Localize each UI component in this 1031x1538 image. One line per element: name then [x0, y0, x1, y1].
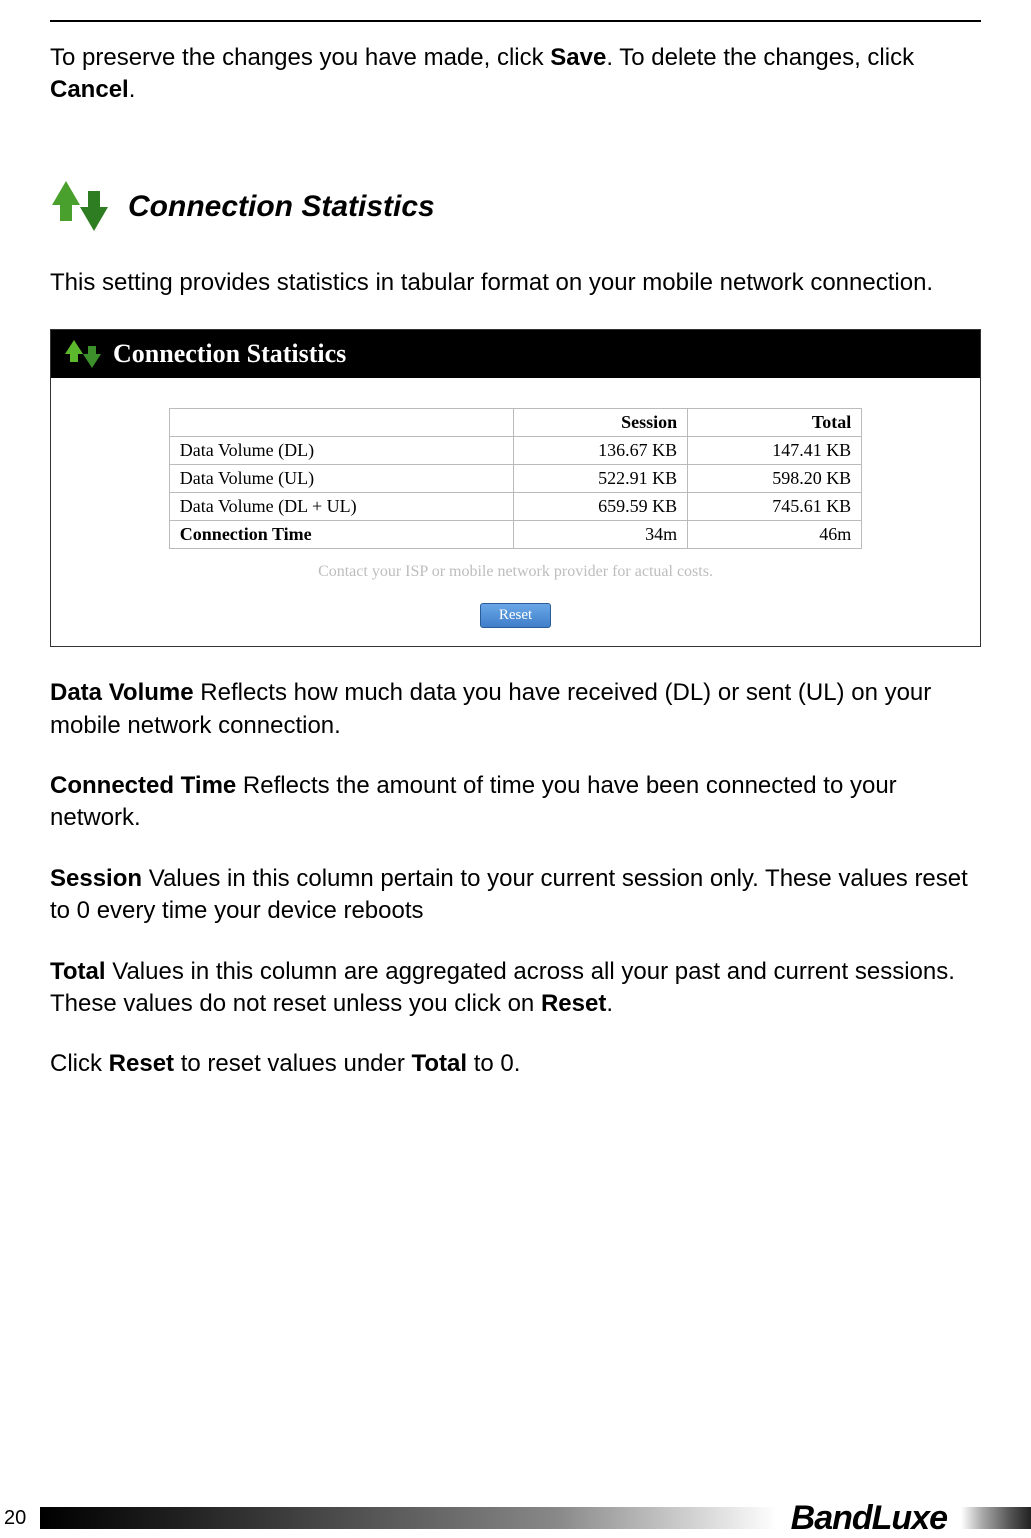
- updown-arrows-icon: [65, 338, 101, 370]
- disclaimer-text: Contact your ISP or mobile network provi…: [71, 563, 960, 581]
- definitions: Data Volume Reflects how much data you h…: [50, 677, 981, 1081]
- table-header-row: Session Total: [169, 409, 861, 437]
- total-word: Total: [412, 1050, 468, 1077]
- col-total: Total: [688, 409, 862, 437]
- text: Values in this column are aggregated acr…: [50, 958, 955, 1017]
- row-total: 745.61 KB: [688, 493, 862, 521]
- col-blank: [169, 409, 513, 437]
- row-label: Data Volume (UL): [169, 465, 513, 493]
- section-description: This setting provides statistics in tabu…: [50, 267, 981, 299]
- row-label: Data Volume (DL + UL): [169, 493, 513, 521]
- row-total: 598.20 KB: [688, 465, 862, 493]
- term: Total: [50, 958, 106, 985]
- section-header: Connection Statistics: [50, 177, 981, 237]
- footer-gradient-right: [961, 1507, 1031, 1529]
- term: Data Volume: [50, 679, 194, 706]
- end: to 0.: [467, 1050, 520, 1077]
- intro-mid: . To delete the changes, click: [606, 44, 914, 71]
- section-title: Connection Statistics: [128, 190, 435, 224]
- reset-button[interactable]: Reset: [480, 603, 551, 628]
- page-footer: 20 BandLuxe: [0, 1498, 1031, 1538]
- stats-panel: Connection Statistics Session Total Data…: [50, 329, 981, 647]
- col-session: Session: [514, 409, 688, 437]
- row-session: 136.67 KB: [514, 437, 688, 465]
- table-row: Connection Time34m46m: [169, 521, 861, 549]
- cancel-word: Cancel: [50, 76, 129, 103]
- end: .: [606, 990, 613, 1017]
- mid: to reset values under: [174, 1050, 411, 1077]
- def-reset-line: Click Reset to reset values under Total …: [50, 1048, 981, 1080]
- intro-paragraph: To preserve the changes you have made, c…: [50, 42, 981, 107]
- row-total: 46m: [688, 521, 862, 549]
- reset-word: Reset: [541, 990, 606, 1017]
- row-total: 147.41 KB: [688, 437, 862, 465]
- stats-table: Session Total Data Volume (DL)136.67 KB1…: [169, 408, 862, 549]
- term: Connected Time: [50, 772, 236, 799]
- pre: Click: [50, 1050, 109, 1077]
- top-rule: [50, 20, 981, 22]
- panel-body: Session Total Data Volume (DL)136.67 KB1…: [51, 378, 980, 646]
- row-label: Connection Time: [169, 521, 513, 549]
- updown-arrows-icon: [50, 177, 110, 237]
- panel-title: Connection Statistics: [113, 339, 346, 369]
- term: Session: [50, 865, 142, 892]
- footer-gradient-left: [40, 1507, 777, 1529]
- page-number: 20: [0, 1507, 40, 1530]
- def-connected-time: Connected Time Reflects the amount of ti…: [50, 770, 981, 835]
- table-row: Data Volume (DL + UL)659.59 KB745.61 KB: [169, 493, 861, 521]
- save-word: Save: [550, 44, 606, 71]
- row-label: Data Volume (DL): [169, 437, 513, 465]
- intro-end: .: [129, 76, 136, 103]
- table-row: Data Volume (DL)136.67 KB147.41 KB: [169, 437, 861, 465]
- text: Values in this column pertain to your cu…: [50, 865, 968, 924]
- row-session: 522.91 KB: [514, 465, 688, 493]
- row-session: 34m: [514, 521, 688, 549]
- panel-header: Connection Statistics: [51, 330, 980, 378]
- row-session: 659.59 KB: [514, 493, 688, 521]
- intro-pre: To preserve the changes you have made, c…: [50, 44, 550, 71]
- def-session: Session Values in this column pertain to…: [50, 863, 981, 928]
- def-data-volume: Data Volume Reflects how much data you h…: [50, 677, 981, 742]
- reset-word: Reset: [109, 1050, 174, 1077]
- brand-logo: BandLuxe: [777, 1499, 961, 1538]
- def-total: Total Values in this column are aggregat…: [50, 956, 981, 1021]
- table-row: Data Volume (UL)522.91 KB598.20 KB: [169, 465, 861, 493]
